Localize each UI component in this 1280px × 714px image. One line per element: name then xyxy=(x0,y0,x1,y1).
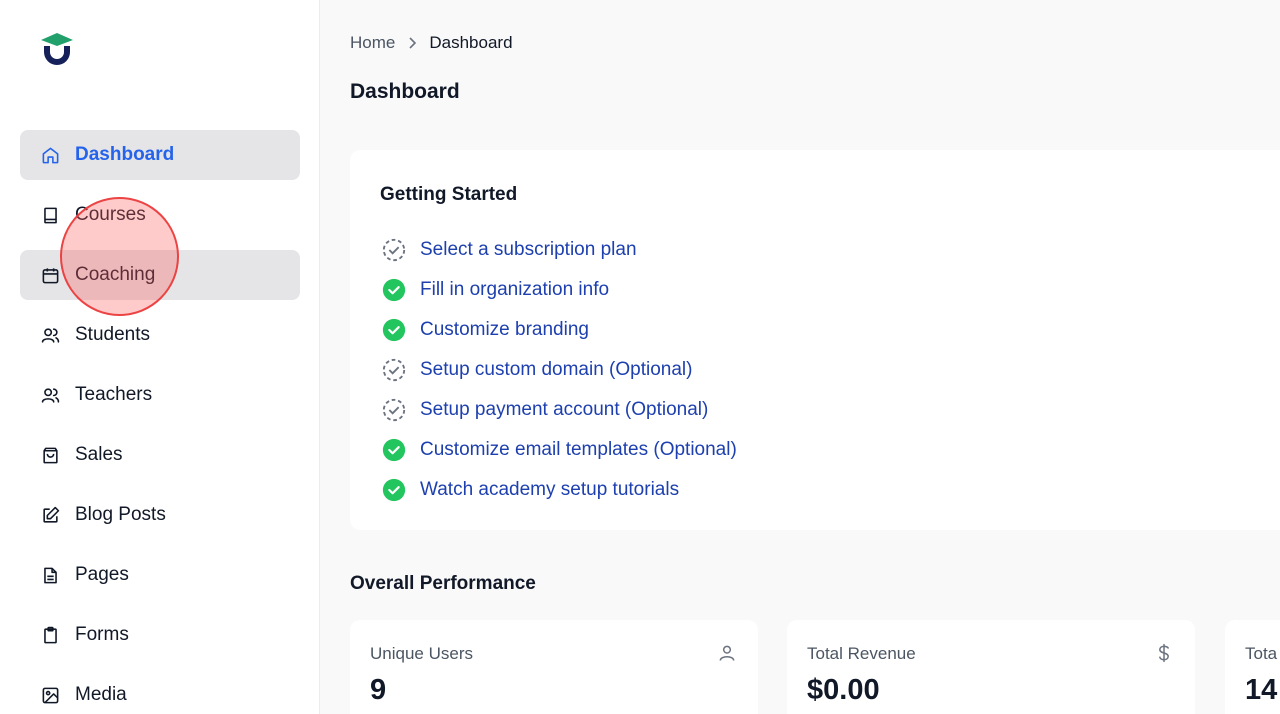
pending-check-icon xyxy=(380,236,408,264)
step-label: Watch academy setup tutorials xyxy=(420,479,680,500)
sidebar-item-courses[interactable]: Courses xyxy=(20,190,300,240)
stat-label: Total Revenue xyxy=(807,644,916,663)
breadcrumb-home-link[interactable]: Home xyxy=(350,33,395,53)
step-organization-info[interactable]: Fill in organization info xyxy=(380,270,737,310)
getting-started-steps: Select a subscription plan Fill in organ… xyxy=(380,230,737,510)
clipboard-icon xyxy=(40,625,60,645)
stat-label: Tota xyxy=(1245,644,1278,663)
sidebar-item-dashboard[interactable]: Dashboard xyxy=(20,130,300,180)
sidebar-item-label: Pages xyxy=(75,564,129,585)
shopping-bag-icon xyxy=(40,445,60,465)
step-label: Setup custom domain (Optional) xyxy=(420,359,693,380)
check-circle-icon xyxy=(380,476,408,504)
sidebar: Dashboard Courses Coaching Students Teac… xyxy=(0,0,320,714)
users-icon xyxy=(40,385,60,405)
stat-value: 9 xyxy=(370,674,387,706)
pending-check-icon xyxy=(380,356,408,384)
performance-title: Overall Performance xyxy=(350,573,536,594)
stat-value: 14 xyxy=(1245,674,1278,706)
breadcrumb-current: Dashboard xyxy=(429,33,513,52)
sidebar-item-label: Media xyxy=(75,684,127,705)
document-icon xyxy=(40,565,60,585)
stat-card-total-revenue: Total Revenue $0.00 xyxy=(787,620,1195,714)
users-icon xyxy=(40,325,60,345)
sidebar-item-pages[interactable]: Pages xyxy=(20,550,300,600)
academy-logo-icon[interactable] xyxy=(38,30,76,70)
sidebar-item-label: Forms xyxy=(75,624,129,645)
sidebar-item-label: Courses xyxy=(75,204,146,225)
sidebar-item-students[interactable]: Students xyxy=(20,310,300,360)
chevron-right-icon xyxy=(407,36,417,50)
step-customize-branding[interactable]: Customize branding xyxy=(380,310,737,350)
dollar-icon xyxy=(1153,642,1175,664)
check-circle-icon xyxy=(380,276,408,304)
step-label: Customize branding xyxy=(420,319,589,340)
step-label: Customize email templates (Optional) xyxy=(420,439,737,460)
image-icon xyxy=(40,685,60,705)
edit-icon xyxy=(40,505,60,525)
breadcrumb: Home Dashboard xyxy=(350,33,513,53)
book-icon xyxy=(40,205,60,225)
step-setup-tutorials[interactable]: Watch academy setup tutorials xyxy=(380,470,737,510)
stat-card-unique-users: Unique Users 9 xyxy=(350,620,758,714)
step-custom-domain[interactable]: Setup custom domain (Optional) xyxy=(380,350,737,390)
sidebar-item-label: Blog Posts xyxy=(75,504,166,525)
sidebar-item-label: Dashboard xyxy=(75,144,175,165)
getting-started-title: Getting Started xyxy=(380,184,518,205)
sidebar-item-label: Sales xyxy=(75,444,123,465)
getting-started-card: Getting Started Select a subscription pl… xyxy=(350,150,1280,530)
sidebar-item-media[interactable]: Media xyxy=(20,670,300,714)
page-title: Dashboard xyxy=(350,80,460,103)
user-icon xyxy=(716,642,738,664)
stat-card-total-partial: Tota 14 xyxy=(1225,620,1280,714)
step-email-templates[interactable]: Customize email templates (Optional) xyxy=(380,430,737,470)
check-circle-icon xyxy=(380,316,408,344)
step-payment-account[interactable]: Setup payment account (Optional) xyxy=(380,390,737,430)
check-circle-icon xyxy=(380,436,408,464)
sidebar-item-coaching[interactable]: Coaching xyxy=(20,250,300,300)
sidebar-item-blog-posts[interactable]: Blog Posts xyxy=(20,490,300,540)
sidebar-item-label: Students xyxy=(75,324,150,345)
stat-label: Unique Users xyxy=(370,644,473,663)
sidebar-item-sales[interactable]: Sales xyxy=(20,430,300,480)
home-icon xyxy=(40,145,60,165)
step-label: Select a subscription plan xyxy=(420,239,637,260)
step-label: Fill in organization info xyxy=(420,279,610,300)
step-select-subscription[interactable]: Select a subscription plan xyxy=(380,230,737,270)
pending-check-icon xyxy=(380,396,408,424)
step-label: Setup payment account (Optional) xyxy=(420,399,709,420)
sidebar-item-teachers[interactable]: Teachers xyxy=(20,370,300,420)
sidebar-item-label: Coaching xyxy=(75,264,156,285)
stat-value: $0.00 xyxy=(807,674,880,706)
sidebar-nav: Dashboard Courses Coaching Students Teac… xyxy=(20,130,300,714)
sidebar-item-forms[interactable]: Forms xyxy=(20,610,300,660)
calendar-icon xyxy=(40,265,60,285)
sidebar-item-label: Teachers xyxy=(75,384,153,405)
